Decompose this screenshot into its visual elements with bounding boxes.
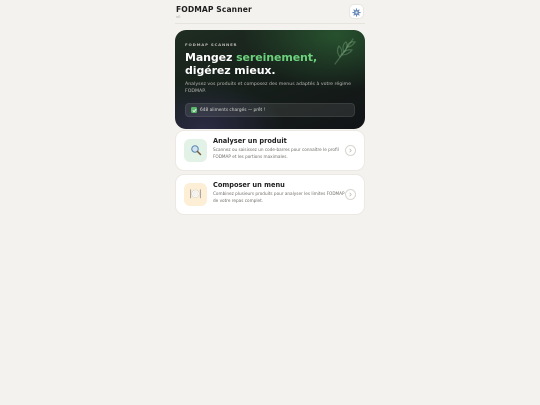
- chevron-right-icon: [345, 145, 356, 156]
- settings-button[interactable]: [349, 4, 364, 19]
- plate-icon: [189, 185, 202, 204]
- compose-menu-card[interactable]: Composer un menu Combinez plusieurs prod…: [175, 174, 365, 215]
- analyze-product-card[interactable]: Analyser un produit Scannez ou saisissez…: [175, 130, 365, 171]
- header-divider: [175, 23, 365, 24]
- app-header: FODMAP Scanner v0: [175, 3, 365, 23]
- card-title: Composer un menu: [213, 181, 285, 189]
- hero-eyebrow: FODMAP SCANNER: [185, 42, 238, 47]
- card-title: Analyser un produit: [213, 137, 287, 145]
- app-root: FODMAP Scanner v0 FODMAP SCANNER Mangez …: [0, 0, 540, 405]
- magnifier-icon: [190, 141, 202, 160]
- app-title: FODMAP Scanner: [176, 5, 252, 14]
- hero-subtitle: Analysez vos produits et composez des me…: [185, 82, 351, 95]
- hero-banner: FODMAP SCANNER Mangez sereinement, digér…: [175, 30, 365, 129]
- gear-icon: [352, 2, 361, 21]
- hero-title-line2: digérez mieux.: [185, 64, 276, 77]
- chevron-right-icon: [345, 189, 356, 200]
- app-version: v0: [176, 15, 181, 19]
- menu-icon-badge: [184, 183, 207, 206]
- leaf-icon: [331, 36, 357, 70]
- check-icon: [191, 107, 197, 113]
- load-status-text: 648 aliments chargés — prêt !: [200, 107, 266, 113]
- analyze-icon-badge: [184, 139, 207, 162]
- card-description: Scannez ou saisissez un code-barres pour…: [213, 147, 339, 159]
- hero-title-part1: Mangez: [185, 51, 237, 64]
- load-status-banner: 648 aliments chargés — prêt !: [185, 103, 355, 117]
- hero-title-accent: sereinement,: [236, 51, 318, 64]
- card-description: Combinez plusieurs produits pour analyse…: [213, 191, 345, 203]
- hero-title: Mangez sereinement, digérez mieux.: [185, 51, 317, 77]
